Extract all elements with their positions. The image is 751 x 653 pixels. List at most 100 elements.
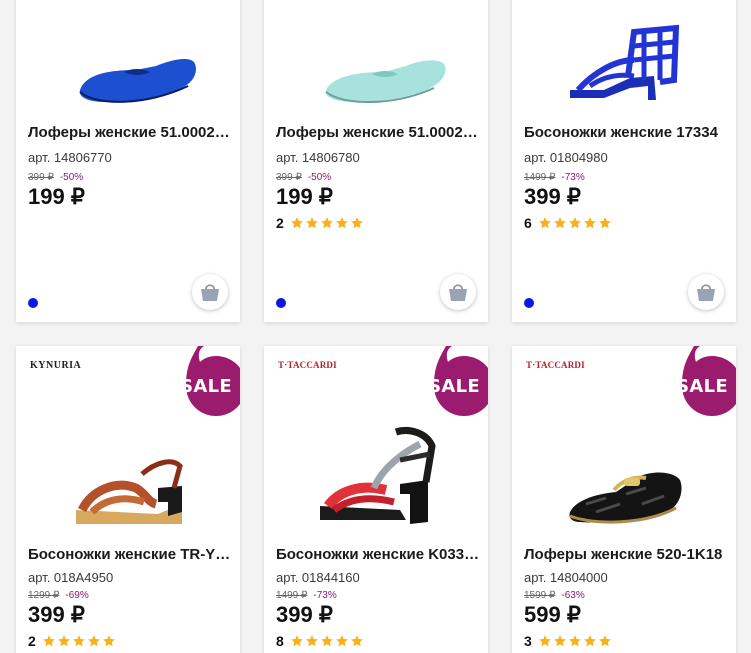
rating[interactable]: 8 [276, 633, 364, 649]
brand-logo: T·TACCARDI [526, 360, 585, 370]
current-price: 399 ₽ [276, 602, 333, 627]
product-title[interactable]: Лоферы женские 51.0002.ALLEGORY.01 синий [28, 124, 232, 141]
product-card[interactable]: Лоферы женские 51.0002.ALLEGORY.01 мятны… [264, 0, 488, 322]
star-icon [305, 217, 318, 229]
stars [290, 216, 364, 230]
basket-icon [201, 284, 219, 301]
stars [290, 634, 364, 648]
sale-badge: SALE [170, 346, 240, 426]
add-to-cart-button[interactable] [192, 274, 228, 310]
star-icon [57, 635, 70, 647]
star-icon [305, 635, 318, 647]
product-image[interactable] [76, 50, 201, 110]
old-price: 399 ₽ [276, 172, 302, 183]
product-card[interactable]: T·TACCARDI SALE Босоножки женские K0339 … [264, 346, 488, 653]
discount-badge: -73% [561, 172, 585, 183]
star-icon [538, 217, 551, 229]
current-price: 599 ₽ [524, 602, 581, 627]
rating[interactable]: 2 [28, 633, 116, 649]
product-image[interactable] [566, 464, 686, 526]
star-icon [335, 635, 348, 647]
product-article: арт. 01844160 [276, 570, 360, 585]
old-price-row: 1299 ₽ -69% [28, 590, 89, 601]
product-card[interactable]: KYNURIA SALE Босоножки женские TR-YC-ZT-… [16, 346, 240, 653]
star-icon [553, 217, 566, 229]
old-price: 1499 ₽ [276, 590, 308, 601]
star-icon [335, 217, 348, 229]
star-icon [598, 635, 611, 647]
star-icon [320, 217, 333, 229]
product-card[interactable]: T·TACCARDI SALE Лоферы женские 520-1K18 … [512, 346, 736, 653]
old-price: 1299 ₽ [28, 590, 60, 601]
product-article: арт. 018A4950 [28, 570, 114, 585]
product-image[interactable] [564, 20, 684, 102]
sale-badge: SALE [666, 346, 736, 426]
star-icon [290, 217, 303, 229]
star-icon [42, 635, 55, 647]
star-icon [102, 635, 115, 647]
product-article: арт. 14806770 [28, 150, 112, 165]
product-card[interactable]: Босоножки женские 17334 арт. 01804980 14… [512, 0, 736, 322]
discount-badge: -50% [307, 172, 332, 183]
star-icon [568, 217, 581, 229]
product-title[interactable]: Лоферы женские 520-1K18 [524, 546, 728, 563]
old-price-row: 1599 ₽ -63% [524, 590, 585, 601]
old-price-row: 399 ₽ -50% [28, 172, 83, 183]
current-price: 399 ₽ [28, 602, 85, 627]
review-count: 2 [276, 215, 284, 231]
basket-icon [449, 284, 467, 301]
star-icon [350, 635, 363, 647]
brand-logo: KYNURIA [30, 360, 82, 371]
current-price: 199 ₽ [28, 184, 85, 209]
star-icon [598, 217, 611, 229]
old-price-row: 1499 ₽ -73% [276, 590, 337, 601]
rating[interactable]: 2 [276, 215, 364, 231]
product-title[interactable]: Лоферы женские 51.0002.ALLEGORY.01 мятны… [276, 124, 480, 141]
rating[interactable]: 3 [524, 633, 612, 649]
review-count: 3 [524, 633, 532, 649]
product-grid: Лоферы женские 51.0002.ALLEGORY.01 синий… [0, 0, 751, 653]
star-icon [350, 217, 363, 229]
add-to-cart-button[interactable] [440, 274, 476, 310]
sale-label: SALE [428, 376, 480, 397]
stars [538, 634, 612, 648]
stars [538, 216, 612, 230]
old-price: 1599 ₽ [524, 590, 556, 601]
sale-label: SALE [180, 376, 232, 397]
product-image[interactable] [322, 52, 452, 108]
product-image[interactable] [72, 444, 188, 526]
old-price-row: 1499 ₽ -73% [524, 172, 585, 183]
color-swatch[interactable] [524, 298, 534, 308]
discount-badge: -50% [59, 172, 84, 183]
product-article: арт. 14804000 [524, 570, 608, 585]
product-article: арт. 01804980 [524, 150, 608, 165]
current-price: 199 ₽ [276, 184, 333, 209]
discount-badge: -73% [313, 590, 337, 601]
star-icon [320, 635, 333, 647]
product-title[interactable]: Босоножки женские 17334 [524, 124, 728, 141]
product-image[interactable] [316, 424, 440, 528]
star-icon [87, 635, 100, 647]
old-price: 399 ₽ [28, 172, 54, 183]
discount-badge: -69% [65, 590, 89, 601]
old-price: 1499 ₽ [524, 172, 556, 183]
product-article: арт. 14806780 [276, 150, 360, 165]
star-icon [538, 635, 551, 647]
star-icon [583, 217, 596, 229]
review-count: 8 [276, 633, 284, 649]
star-icon [290, 635, 303, 647]
old-price-row: 399 ₽ -50% [276, 172, 331, 183]
color-swatch[interactable] [276, 298, 286, 308]
review-count: 6 [524, 215, 532, 231]
product-title[interactable]: Босоножки женские TR-YC-ZT-2022 [28, 546, 232, 563]
current-price: 399 ₽ [524, 184, 581, 209]
brand-logo: T·TACCARDI [278, 360, 337, 370]
sale-label: SALE [676, 376, 728, 397]
color-swatch[interactable] [28, 298, 38, 308]
product-card[interactable]: Лоферы женские 51.0002.ALLEGORY.01 синий… [16, 0, 240, 322]
product-title[interactable]: Босоножки женские K0339 черный [276, 546, 480, 563]
rating[interactable]: 6 [524, 215, 612, 231]
add-to-cart-button[interactable] [688, 274, 724, 310]
sale-badge: SALE [418, 346, 488, 426]
star-icon [568, 635, 581, 647]
